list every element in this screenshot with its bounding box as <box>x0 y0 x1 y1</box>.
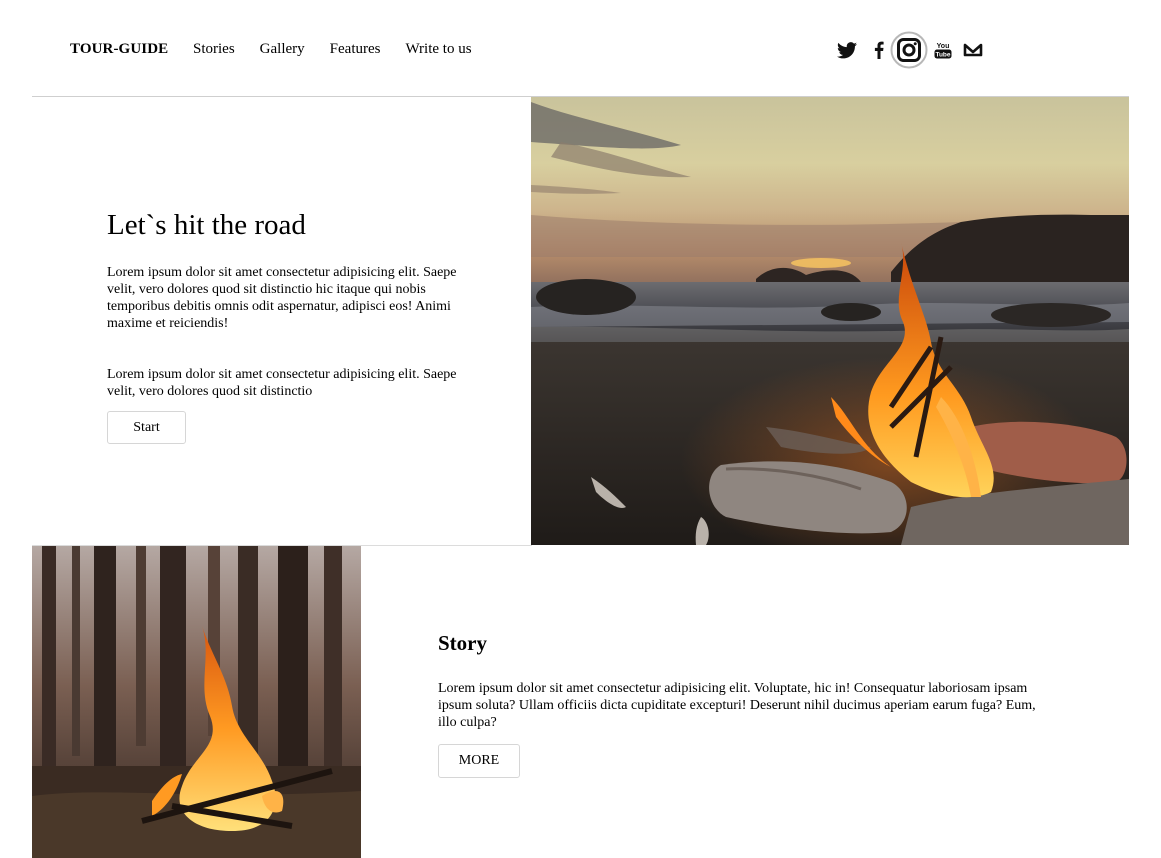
mail-icon[interactable] <box>962 43 984 57</box>
facebook-icon[interactable] <box>870 41 888 59</box>
social-links: You Tube <box>834 30 984 70</box>
hero-title: Let`s hit the road <box>107 209 306 241</box>
story-image-forest-campfire <box>32 546 361 858</box>
nav-link-features[interactable]: Features <box>330 41 381 58</box>
instagram-icon[interactable] <box>890 31 928 69</box>
site-header: TOUR-GUIDE Stories Gallery Features Writ… <box>0 0 1161 97</box>
main-nav: Stories Gallery Features Write to us <box>193 41 497 58</box>
nav-link-stories[interactable]: Stories <box>193 41 235 58</box>
svg-text:Tube: Tube <box>935 52 950 59</box>
svg-text:You: You <box>937 43 950 50</box>
nav-link-write-to-us[interactable]: Write to us <box>405 41 471 58</box>
nav-link-gallery[interactable]: Gallery <box>260 41 305 58</box>
more-button[interactable]: MORE <box>438 744 520 778</box>
site-logo[interactable]: TOUR-GUIDE <box>70 41 168 58</box>
story-paragraph: Lorem ipsum dolor sit amet consectetur a… <box>438 681 1036 730</box>
story-title: Story <box>438 631 487 655</box>
story-text: Story Lorem ipsum dolor sit amet consect… <box>438 630 1053 731</box>
hero-text: Let`s hit the road Lorem ipsum dolor sit… <box>107 208 467 400</box>
twitter-icon[interactable] <box>834 41 860 59</box>
start-button[interactable]: Start <box>107 411 186 444</box>
youtube-icon[interactable]: You Tube <box>931 41 955 59</box>
hero-image-beach-bonfire <box>531 97 1129 545</box>
hero-paragraph-1: Lorem ipsum dolor sit amet consectetur a… <box>107 265 457 331</box>
hero-paragraph-2: Lorem ipsum dolor sit amet consectetur a… <box>107 367 457 399</box>
